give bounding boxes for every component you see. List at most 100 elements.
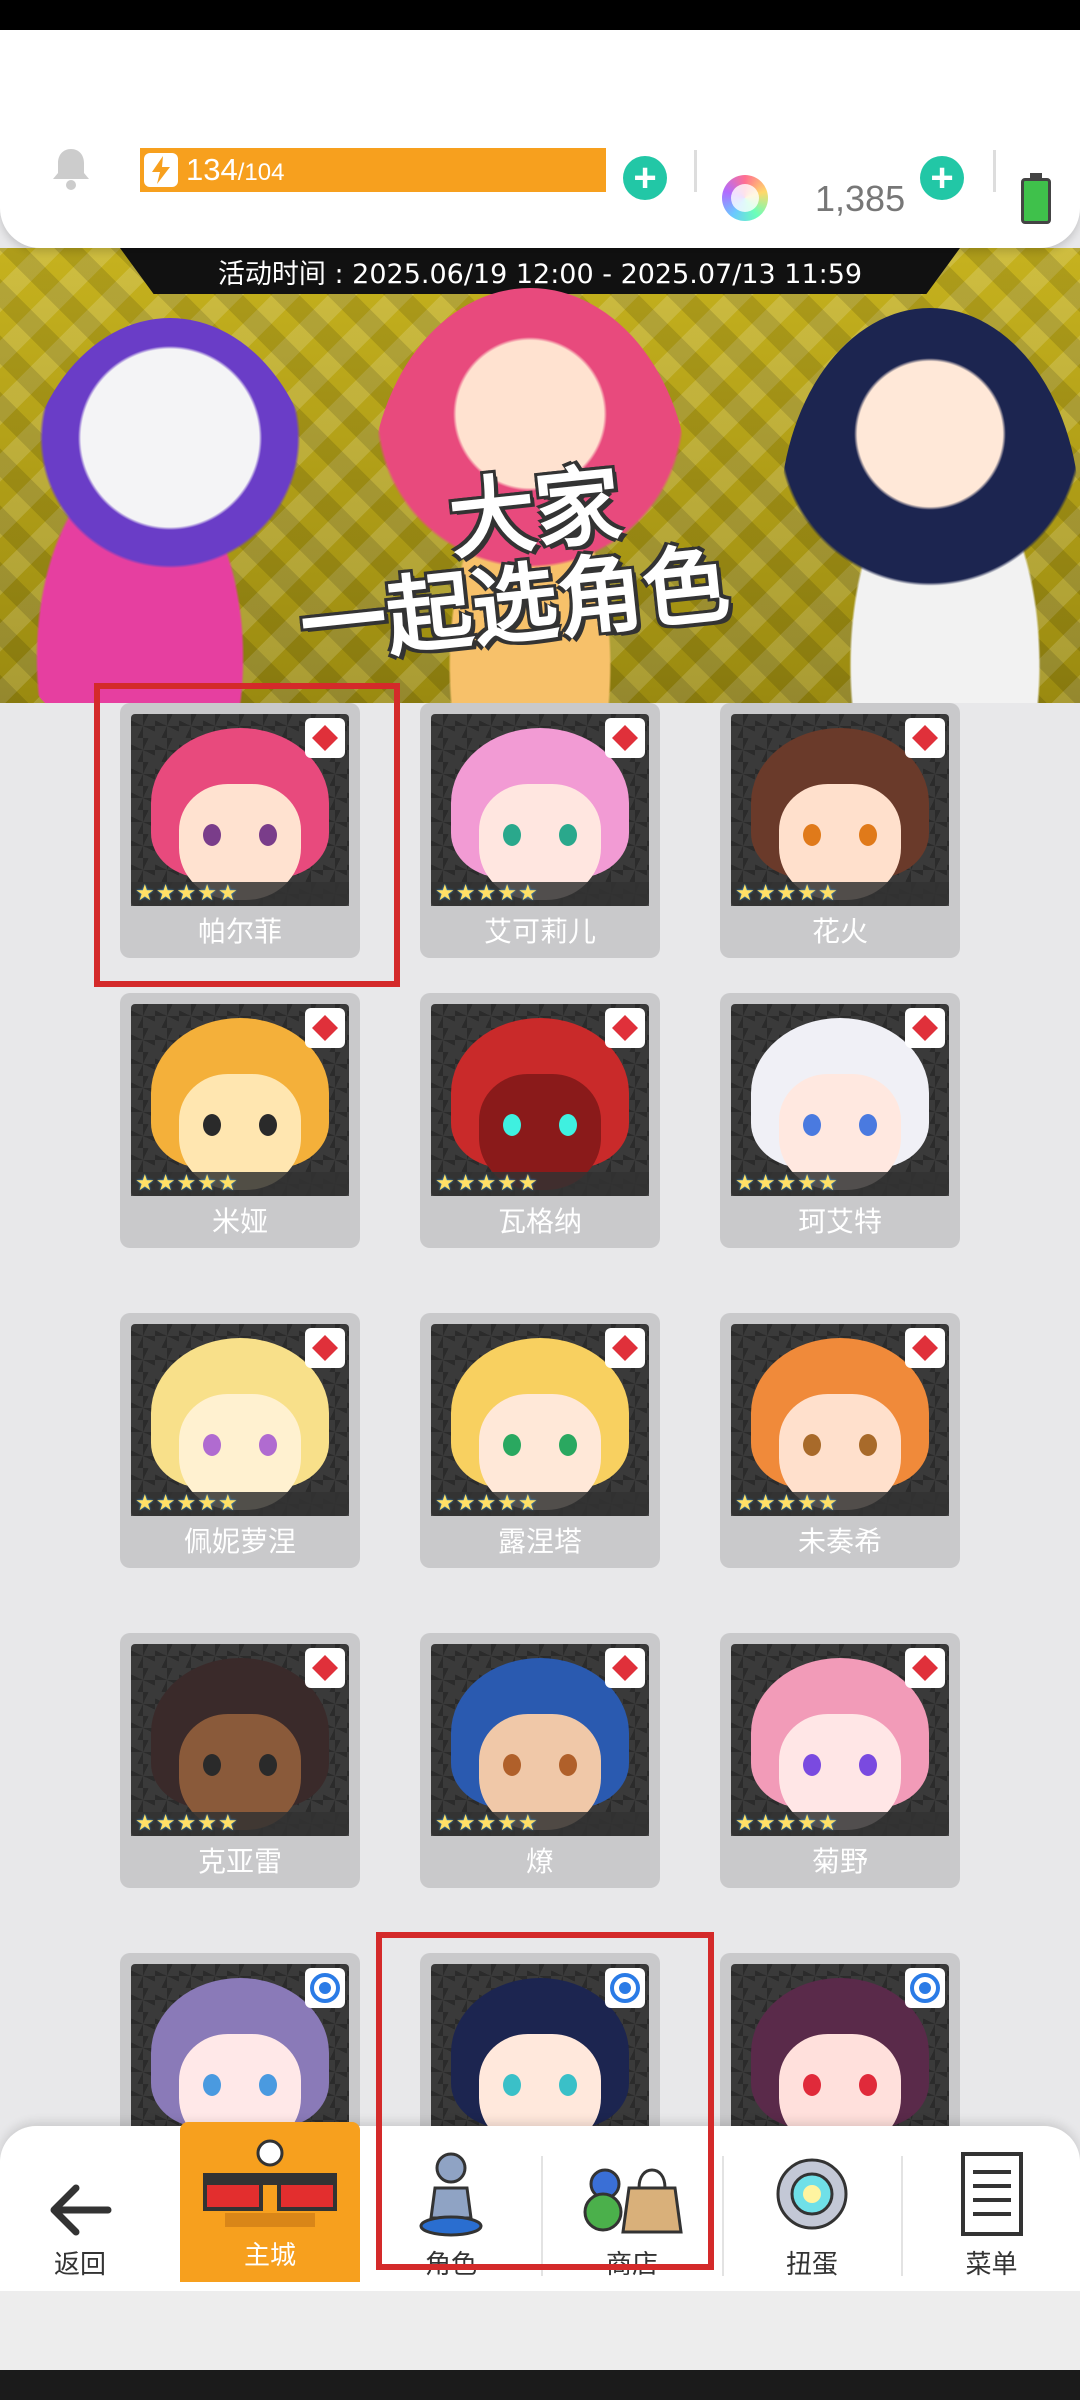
banner-title: 大家 一起选角色 <box>295 454 734 679</box>
star-icon: ★ <box>135 881 155 906</box>
character-card[interactable]: ★★★★★ <box>120 1953 360 2133</box>
rarity-stars: ★★★★★ <box>431 1492 649 1516</box>
star-icon: ★ <box>797 1491 817 1516</box>
star-icon: ★ <box>755 1811 776 1836</box>
event-time-text: 活动时间 : 2025.06/19 12:00 - 2025.07/13 11:… <box>217 258 863 290</box>
character-card[interactable]: ★ ★ ★ ★ ★ 帕尔菲 <box>120 703 360 958</box>
star-icon: ★ <box>217 1811 238 1836</box>
character-figure-icon <box>419 2152 483 2237</box>
star-icon: ★ <box>217 1171 238 1196</box>
star-icon: ★ <box>797 881 817 906</box>
stamina-value: 134/104 <box>186 152 285 187</box>
character-card[interactable]: ★ ★ ★ ★ ★ 瓦格纳 <box>420 993 660 1248</box>
character-card[interactable]: ★ ★ ★ ★ ★ 燎 <box>420 1633 660 1888</box>
star-icon: ★ <box>755 881 776 906</box>
nav-back-button[interactable]: 返回 <box>0 2126 160 2291</box>
circle-icon <box>605 1968 645 2008</box>
character-card[interactable]: ★ ★ ★ ★ ★ 佩妮萝涅 <box>120 1313 360 1568</box>
rarity-stars: ★★★★★ <box>131 1172 349 1196</box>
bottom-navigation: 返回 主城 角色 商店 扭蛋 菜单 <box>0 2122 1080 2291</box>
event-banner[interactable]: 活动时间 : 2025.06/19 12:00 - 2025.07/13 11:… <box>0 248 1080 703</box>
character-name: 菊野 <box>811 1845 868 1878</box>
star-icon: ★ <box>776 1491 797 1516</box>
character-card[interactable]: ★ ★ ★ ★ ★ 珂艾特 <box>720 993 960 1248</box>
diamond-icon <box>605 1328 645 1368</box>
rarity-stars: ★★★★★ <box>131 1492 349 1516</box>
rarity-stars: ★★★★★ <box>731 882 949 906</box>
character-card[interactable]: ★★★★★ <box>720 1953 960 2133</box>
nav-characters-label: 角色 <box>424 2250 477 2280</box>
star-icon: ★ <box>817 1491 838 1516</box>
character-card[interactable]: ★ ★ ★ ★ ★ 花火 <box>720 703 960 958</box>
star-icon: ★ <box>476 1491 497 1516</box>
character-card[interactable]: ★ ★ ★ ★ ★ 艾可莉儿 <box>420 703 660 958</box>
star-icon: ★ <box>735 881 755 906</box>
star-icon: ★ <box>435 1171 455 1196</box>
add-stamina-button[interactable]: + <box>623 156 667 200</box>
star-icon: ★ <box>435 1491 455 1516</box>
resource-bar: 134/104 + 1,385 + <box>0 30 1080 248</box>
character-card[interactable]: ★★★★★ <box>420 1953 660 2133</box>
star-icon: ★ <box>155 1811 176 1836</box>
star-icon: ★ <box>135 1491 155 1516</box>
character-portrait <box>131 1964 349 2133</box>
star-icon: ★ <box>817 881 838 906</box>
star-icon: ★ <box>455 881 476 906</box>
system-bottom-bar <box>0 2370 1080 2400</box>
star-icon: ★ <box>435 881 455 906</box>
character-portrait <box>731 714 949 906</box>
character-name: 瓦格纳 <box>497 1205 582 1238</box>
character-portrait <box>731 1004 949 1196</box>
glasses-icon <box>203 2139 337 2227</box>
character-card[interactable]: ★ ★ ★ ★ ★ 克亚雷 <box>120 1633 360 1888</box>
character-name: 帕尔菲 <box>197 915 282 948</box>
star-icon: ★ <box>455 1491 476 1516</box>
star-icon: ★ <box>817 1811 838 1836</box>
nav-gacha-tab[interactable]: 扭蛋 <box>724 2126 900 2291</box>
add-gems-button[interactable]: + <box>920 156 964 200</box>
character-card[interactable]: ★ ★ ★ ★ ★ 米娅 <box>120 993 360 1248</box>
diamond-icon <box>305 718 345 758</box>
star-icon: ★ <box>155 881 176 906</box>
star-icon: ★ <box>155 1171 176 1196</box>
character-name: 克亚雷 <box>197 1845 282 1878</box>
character-name: 露涅塔 <box>497 1525 582 1558</box>
star-icon: ★ <box>176 1171 197 1196</box>
rarity-stars: ★★★★★ <box>431 882 649 906</box>
rarity-stars: ★★★★★ <box>131 1812 349 1836</box>
star-icon: ★ <box>476 881 497 906</box>
character-name: 未奏希 <box>797 1525 882 1558</box>
star-icon: ★ <box>735 1171 755 1196</box>
star-icon: ★ <box>776 1811 797 1836</box>
star-icon: ★ <box>476 1811 497 1836</box>
nav-characters-tab[interactable]: 角色 <box>362 2126 540 2291</box>
star-icon: ★ <box>176 1491 197 1516</box>
circle-icon <box>305 1968 345 2008</box>
star-icon: ★ <box>776 1171 797 1196</box>
character-portrait <box>431 714 649 906</box>
star-icon: ★ <box>197 1811 217 1836</box>
character-portrait <box>431 1004 649 1196</box>
rarity-stars: ★★★★★ <box>131 882 349 906</box>
star-icon: ★ <box>755 1171 776 1196</box>
star-icon: ★ <box>497 881 517 906</box>
character-card[interactable]: ★ ★ ★ ★ ★ 未奏希 <box>720 1313 960 1568</box>
nav-main-city-tab[interactable]: 主城 <box>180 2122 360 2282</box>
star-icon: ★ <box>735 1811 755 1836</box>
bell-icon[interactable] <box>48 145 94 191</box>
character-card[interactable]: ★ ★ ★ ★ ★ 菊野 <box>720 1633 960 1888</box>
rarity-stars: ★★★★★ <box>731 1172 949 1196</box>
star-icon: ★ <box>517 1811 538 1836</box>
star-icon: ★ <box>517 1171 538 1196</box>
diamond-icon <box>305 1648 345 1688</box>
rarity-stars: ★★★★★ <box>431 1172 649 1196</box>
star-icon: ★ <box>517 881 538 906</box>
nav-shop-tab[interactable]: 商店 <box>543 2126 721 2291</box>
nav-menu-tab[interactable]: 菜单 <box>903 2126 1080 2291</box>
character-card[interactable]: ★ ★ ★ ★ ★ 露涅塔 <box>420 1313 660 1568</box>
character-name: 艾可莉儿 <box>483 915 596 948</box>
stamina-bar: 134/104 <box>140 148 606 192</box>
circle-icon <box>905 1968 945 2008</box>
gem-count: 1,385 <box>815 178 906 219</box>
star-icon: ★ <box>135 1171 155 1196</box>
